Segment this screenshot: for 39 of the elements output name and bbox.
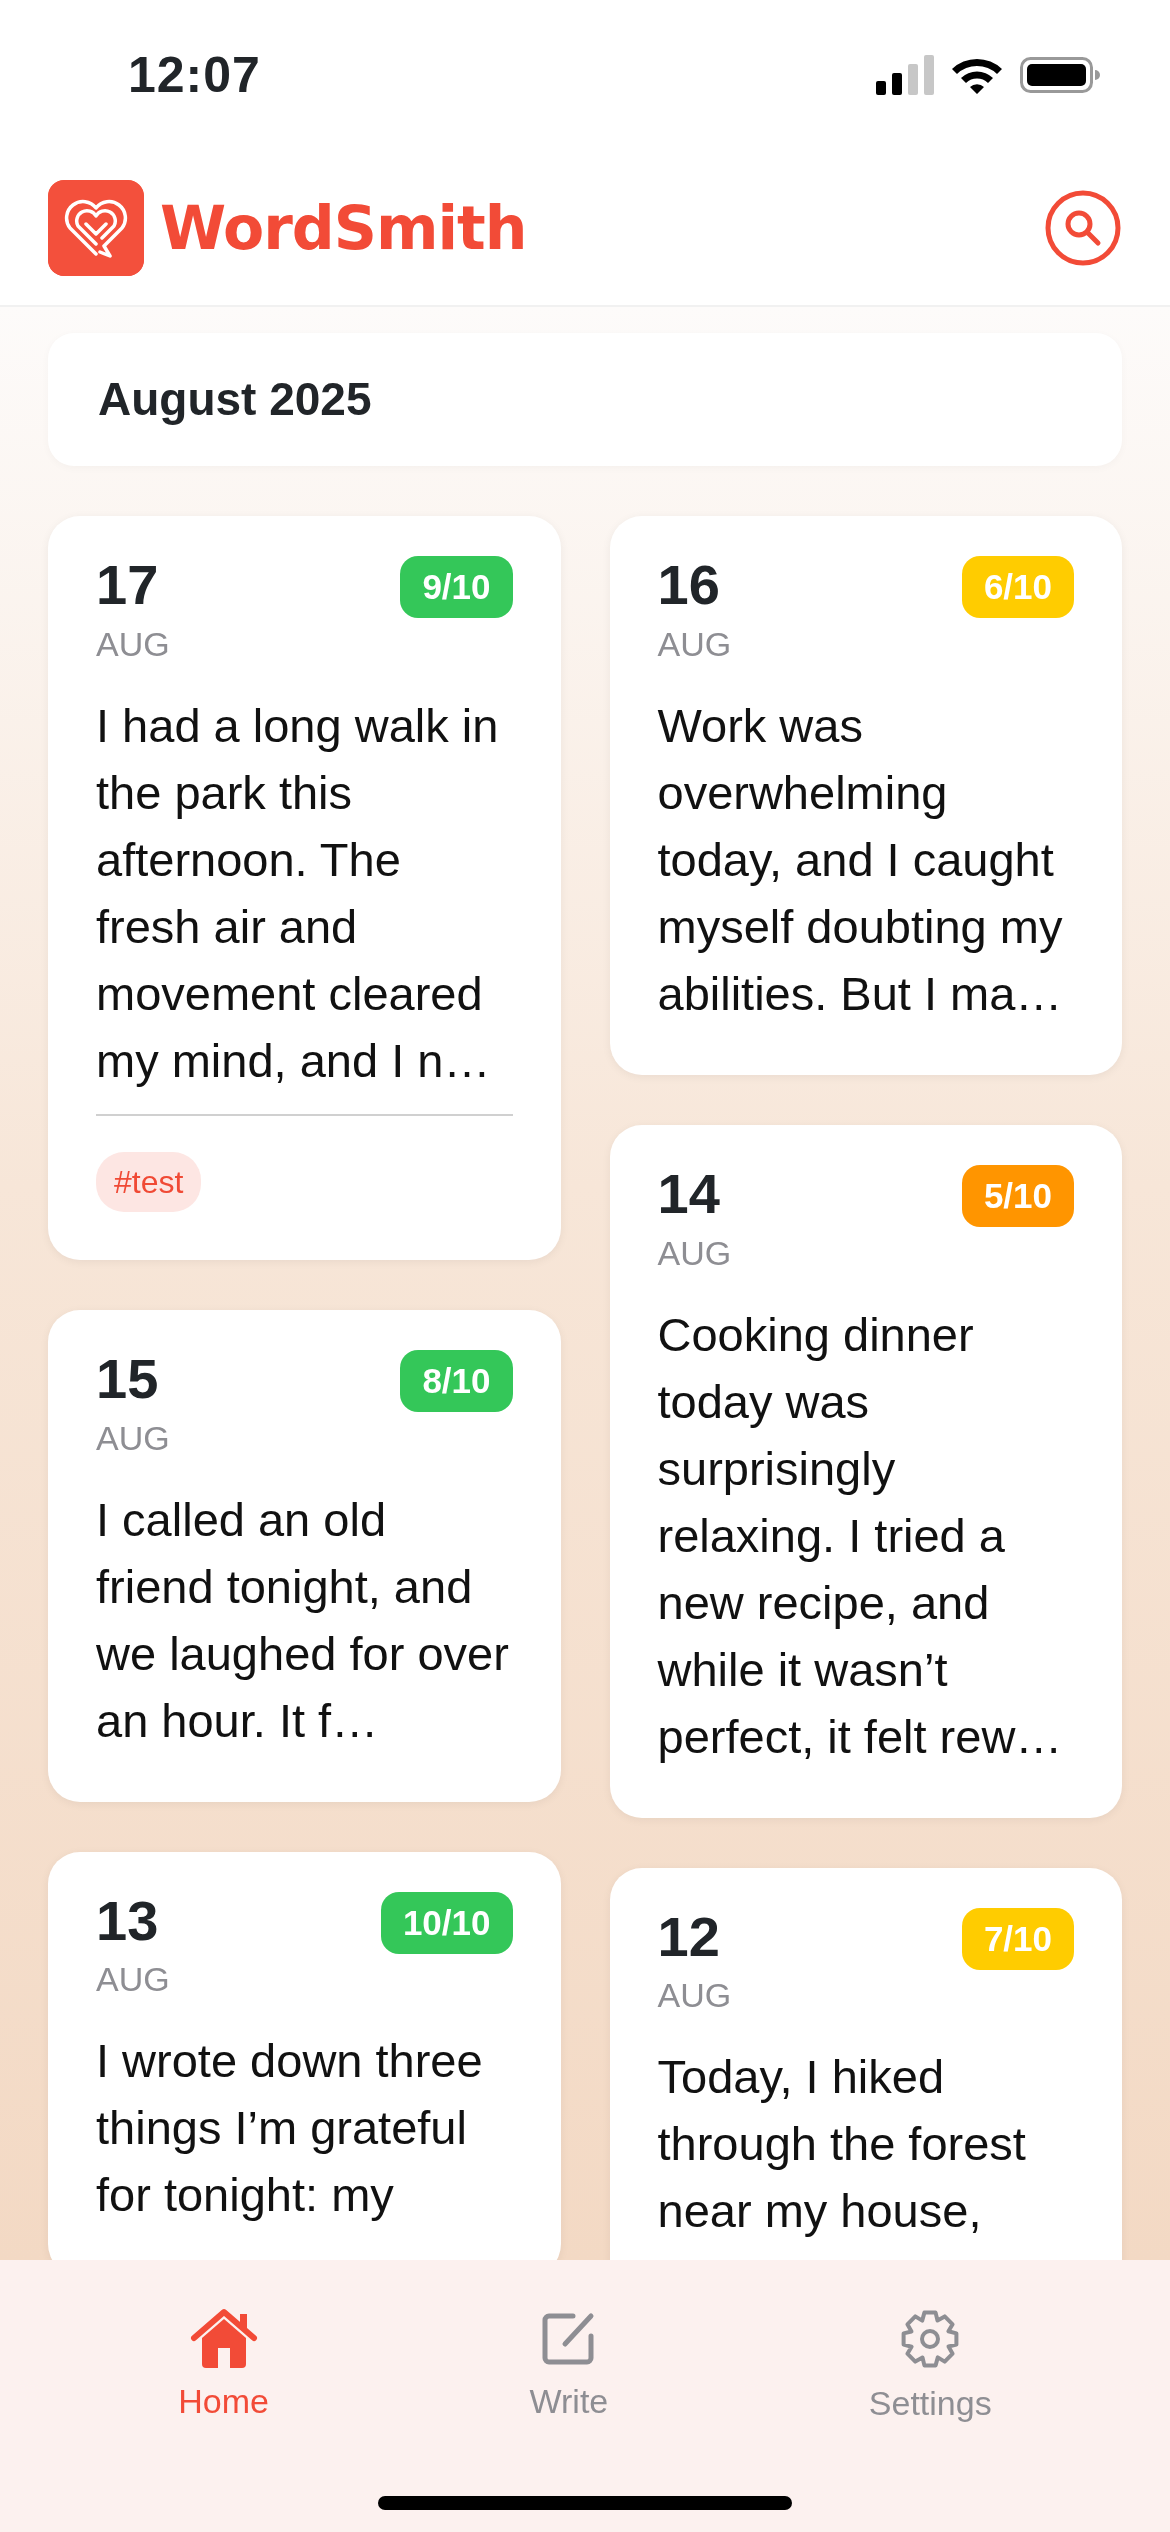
status-time: 12:07 bbox=[128, 45, 261, 105]
score-badge: 10/10 bbox=[380, 1891, 513, 1954]
entry-text: Cooking dinner today was surprisingly relaxing. I tried a new recipe, and while it wasn’t perfect, it felt rew… bbox=[657, 1306, 1064, 1765]
month-label: August 2025 bbox=[98, 372, 372, 427]
score-badge: 5/10 bbox=[961, 1164, 1074, 1227]
entry-day: 16 bbox=[657, 556, 732, 615]
entry-text: I wrote down three things I’m grateful for tonight: my bbox=[96, 2033, 484, 2224]
entry-text: I had a long walk in the park this afternoon. The fresh air and movement cleared my mind, and I n… bbox=[96, 697, 500, 1089]
entry-month: AUG bbox=[96, 623, 170, 665]
battery-icon bbox=[1020, 55, 1100, 95]
entry-text: I called an old friend tonight, and we laughed for over an hour. It f… bbox=[96, 1491, 510, 1749]
entry-text: Work was overwhelming today, and I caught myself doubting my abilities. But I ma… bbox=[657, 697, 1064, 1022]
logo-icon bbox=[48, 179, 144, 276]
entry-card[interactable]: 14 AUG 5/10 Cooking dinner today was surprisingly relaxing. I tried a new recipe, and while it wasn’t perfect, it felt rew… bbox=[609, 1124, 1122, 1818]
house-icon bbox=[189, 2308, 258, 2368]
entry-month: AUG bbox=[657, 1975, 732, 2017]
score-badge: 7/10 bbox=[961, 1907, 1074, 1970]
entry-month: AUG bbox=[96, 1417, 170, 1459]
entry-day: 12 bbox=[657, 1907, 732, 1967]
entry-card[interactable]: 17 AUG 9/10 I had a long walk in the park this afternoon. The fresh air and movement cleared my mind, and I n… #test bbox=[48, 516, 561, 1260]
entry-day: 17 bbox=[96, 556, 170, 615]
signal-icon bbox=[876, 55, 934, 95]
entry-day: 15 bbox=[96, 1349, 170, 1409]
score-badge: 9/10 bbox=[400, 556, 513, 618]
entry-month: AUG bbox=[96, 1959, 170, 2001]
entry-card[interactable]: 16 AUG 6/10 Work was overwhelming today, and I caught myself doubting my abilities. But I ma… bbox=[609, 516, 1122, 1075]
score-badge: 6/10 bbox=[961, 556, 1074, 618]
entry-day: 14 bbox=[657, 1164, 732, 1224]
entry-text: Today, I hiked through the forest near my house, bbox=[657, 2049, 1027, 2240]
entry-card[interactable]: 13 AUG 10/10 I wrote down three things I’m grateful for tonight: my bbox=[48, 1851, 561, 2260]
entry-month: AUG bbox=[657, 1232, 732, 1274]
entry-card[interactable]: 12 AUG 7/10 Today, I hiked through the forest near my house, bbox=[609, 1867, 1122, 2260]
entry-day: 13 bbox=[96, 1891, 170, 1951]
app-title: WordSmith bbox=[160, 191, 527, 265]
tag-chip: #test bbox=[96, 1151, 202, 1212]
score-badge: 8/10 bbox=[400, 1349, 513, 1412]
entry-month: AUG bbox=[657, 623, 732, 665]
search-button[interactable] bbox=[1044, 188, 1122, 267]
entry-card[interactable]: 15 AUG 8/10 I called an old friend tonight, and we laughed for over an hour. It f… bbox=[48, 1309, 561, 1802]
